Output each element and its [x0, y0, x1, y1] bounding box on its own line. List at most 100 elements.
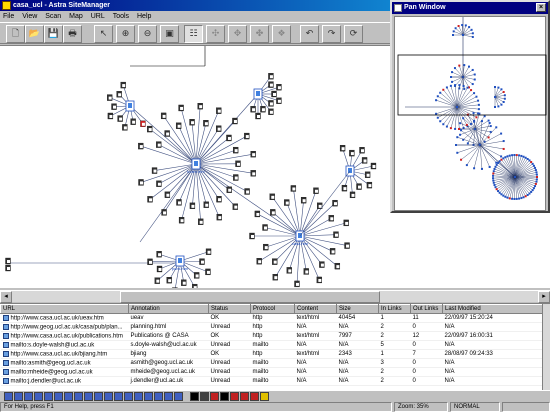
column-header[interactable]: Protocol — [250, 304, 295, 314]
filter-toggle-button[interactable] — [174, 392, 183, 401]
table-row[interactable]: mailto:j.dendler@ucl.ac.uk j.dendler@ucl.… — [0, 376, 543, 386]
fit-button[interactable]: ▣ — [160, 25, 179, 43]
page-node-icon — [319, 261, 325, 268]
column-header[interactable]: Status — [208, 304, 251, 314]
filter-toggle-button[interactable] — [230, 392, 239, 401]
grid-vertical-scrollbar[interactable] — [542, 304, 550, 390]
menu-file[interactable]: File — [0, 11, 17, 22]
filter-toggle-button[interactable] — [124, 392, 133, 401]
table-cell: 12 — [410, 331, 443, 341]
overview-node — [492, 172, 495, 175]
menu-url[interactable]: URL — [88, 11, 108, 22]
table-cell: N/A — [294, 340, 337, 350]
back-button[interactable]: ↶ — [300, 25, 319, 43]
page-node-icon — [147, 125, 153, 133]
table-row[interactable]: http://www.casa.ucl.ac.uk/bjiang.htm bjia… — [0, 349, 543, 359]
filter-toggle-button[interactable] — [44, 392, 53, 401]
app-window: casa_ucl - Astra SiteManager File View S… — [0, 0, 550, 412]
map-view-icon: ☷ — [189, 29, 198, 39]
zoom-in-button[interactable]: ⊕ — [116, 25, 135, 43]
filter-toggle-button[interactable] — [104, 392, 113, 401]
scroll-right-icon[interactable]: ▸ — [538, 291, 550, 303]
scroll-thumb[interactable] — [120, 291, 380, 303]
column-header[interactable]: In Links — [378, 304, 411, 314]
filter-toggle-button[interactable] — [24, 392, 33, 401]
filter-toggle-button[interactable] — [260, 392, 269, 401]
overview-node — [534, 182, 537, 185]
layout-4-button[interactable]: ❖ — [272, 25, 291, 43]
filter-toggle-button[interactable] — [220, 392, 229, 401]
table-cell: N/A — [294, 322, 337, 332]
overview-node — [511, 154, 514, 157]
pan-window[interactable]: Pan Window × — [390, 0, 550, 213]
hub-node-icon — [191, 158, 201, 170]
scroll-left-icon[interactable]: ◂ — [0, 291, 12, 303]
print-button[interactable]: 🖶 — [63, 25, 82, 43]
column-header[interactable]: Last Modified — [442, 304, 543, 314]
link-icon — [2, 323, 9, 330]
overview-edge — [499, 176, 516, 193]
layout-1-button[interactable]: ✣ — [206, 25, 225, 43]
pan-overview[interactable] — [394, 16, 547, 212]
map-view-button[interactable]: ☷ — [184, 25, 203, 43]
filter-toggle-button[interactable] — [210, 392, 219, 401]
table-row[interactable]: mailto:mheide@geog.ucl.ac.uk mheide@geog.… — [0, 367, 543, 377]
page-node-icon — [232, 203, 238, 210]
table-row[interactable]: mailto:s.doyle-walsh@ucl.ac.uk s.doyle-wa… — [0, 340, 543, 350]
filter-toggle-button[interactable] — [74, 392, 83, 401]
table-row[interactable]: http://www.casa.ucl.ac.uk/publications.h… — [0, 331, 543, 341]
app-icon — [2, 1, 11, 10]
column-header[interactable]: Content — [294, 304, 337, 314]
menu-map[interactable]: Map — [66, 11, 86, 22]
filter-toggle-button[interactable] — [114, 392, 123, 401]
link-edge — [139, 163, 197, 243]
save-button[interactable]: 💾 — [44, 25, 63, 43]
column-header[interactable]: Out Links — [410, 304, 443, 314]
filter-toggle-button[interactable] — [34, 392, 43, 401]
overview-node — [526, 194, 529, 197]
menu-scan[interactable]: Scan — [42, 11, 64, 22]
column-header[interactable]: Annotation — [128, 304, 209, 314]
filter-toggle-button[interactable] — [154, 392, 163, 401]
layout-2-button[interactable]: ✥ — [228, 25, 247, 43]
forward-button[interactable]: ↷ — [322, 25, 341, 43]
pan-overview-canvas[interactable] — [395, 17, 547, 212]
filter-toggle-button[interactable] — [190, 392, 199, 401]
menu-view[interactable]: View — [19, 11, 40, 22]
filter-toggle-button[interactable] — [94, 392, 103, 401]
close-icon[interactable]: × — [536, 3, 546, 12]
title-bar[interactable]: casa_ucl - Astra SiteManager — [0, 0, 390, 11]
select-button[interactable]: ↖ — [94, 25, 113, 43]
overview-edge — [494, 96, 499, 107]
layout-3-button[interactable]: ✤ — [250, 25, 269, 43]
table-row[interactable]: http://www.geog.ucl.ac.uk/casa/pub/plan.… — [0, 322, 543, 332]
filter-toggle-button[interactable] — [200, 392, 209, 401]
column-header[interactable]: Size — [336, 304, 379, 314]
page-node-icon — [198, 218, 204, 225]
table-cell: mailto — [250, 340, 295, 350]
page-node-icon — [286, 267, 292, 274]
new-button[interactable]: 🗋 — [6, 25, 25, 43]
filter-toggle-button[interactable] — [54, 392, 63, 401]
open-button[interactable]: 📂 — [25, 25, 44, 43]
filter-toggle-button[interactable] — [64, 392, 73, 401]
filter-toggle-button[interactable] — [14, 392, 23, 401]
refresh-button[interactable]: ⟳ — [344, 25, 363, 43]
filter-toggle-button[interactable] — [4, 392, 13, 401]
table-row[interactable]: http://www.casa.ucl.ac.uk/ueav.htm ueav OK… — [0, 313, 543, 323]
filter-toggle-button[interactable] — [164, 392, 173, 401]
overview-node — [488, 165, 491, 168]
filter-toggle-button[interactable] — [250, 392, 259, 401]
pan-window-titlebar[interactable]: Pan Window × — [392, 2, 548, 14]
zoom-out-button[interactable]: ⊖ — [138, 25, 157, 43]
filter-toggle-button[interactable] — [144, 392, 153, 401]
new-icon: 🗋 — [11, 29, 20, 39]
table-row[interactable]: mailto:asmith@geog.ucl.ac.uk asmith@geog.… — [0, 358, 543, 368]
menu-tools[interactable]: Tools — [110, 11, 132, 22]
menu-help[interactable]: Help — [134, 11, 154, 22]
column-header[interactable]: URL — [0, 304, 129, 314]
filter-toggle-button[interactable] — [240, 392, 249, 401]
filter-toggle-button[interactable] — [84, 392, 93, 401]
filter-toggle-button[interactable] — [134, 392, 143, 401]
horizontal-scrollbar[interactable]: ◂ ▸ — [0, 290, 550, 303]
